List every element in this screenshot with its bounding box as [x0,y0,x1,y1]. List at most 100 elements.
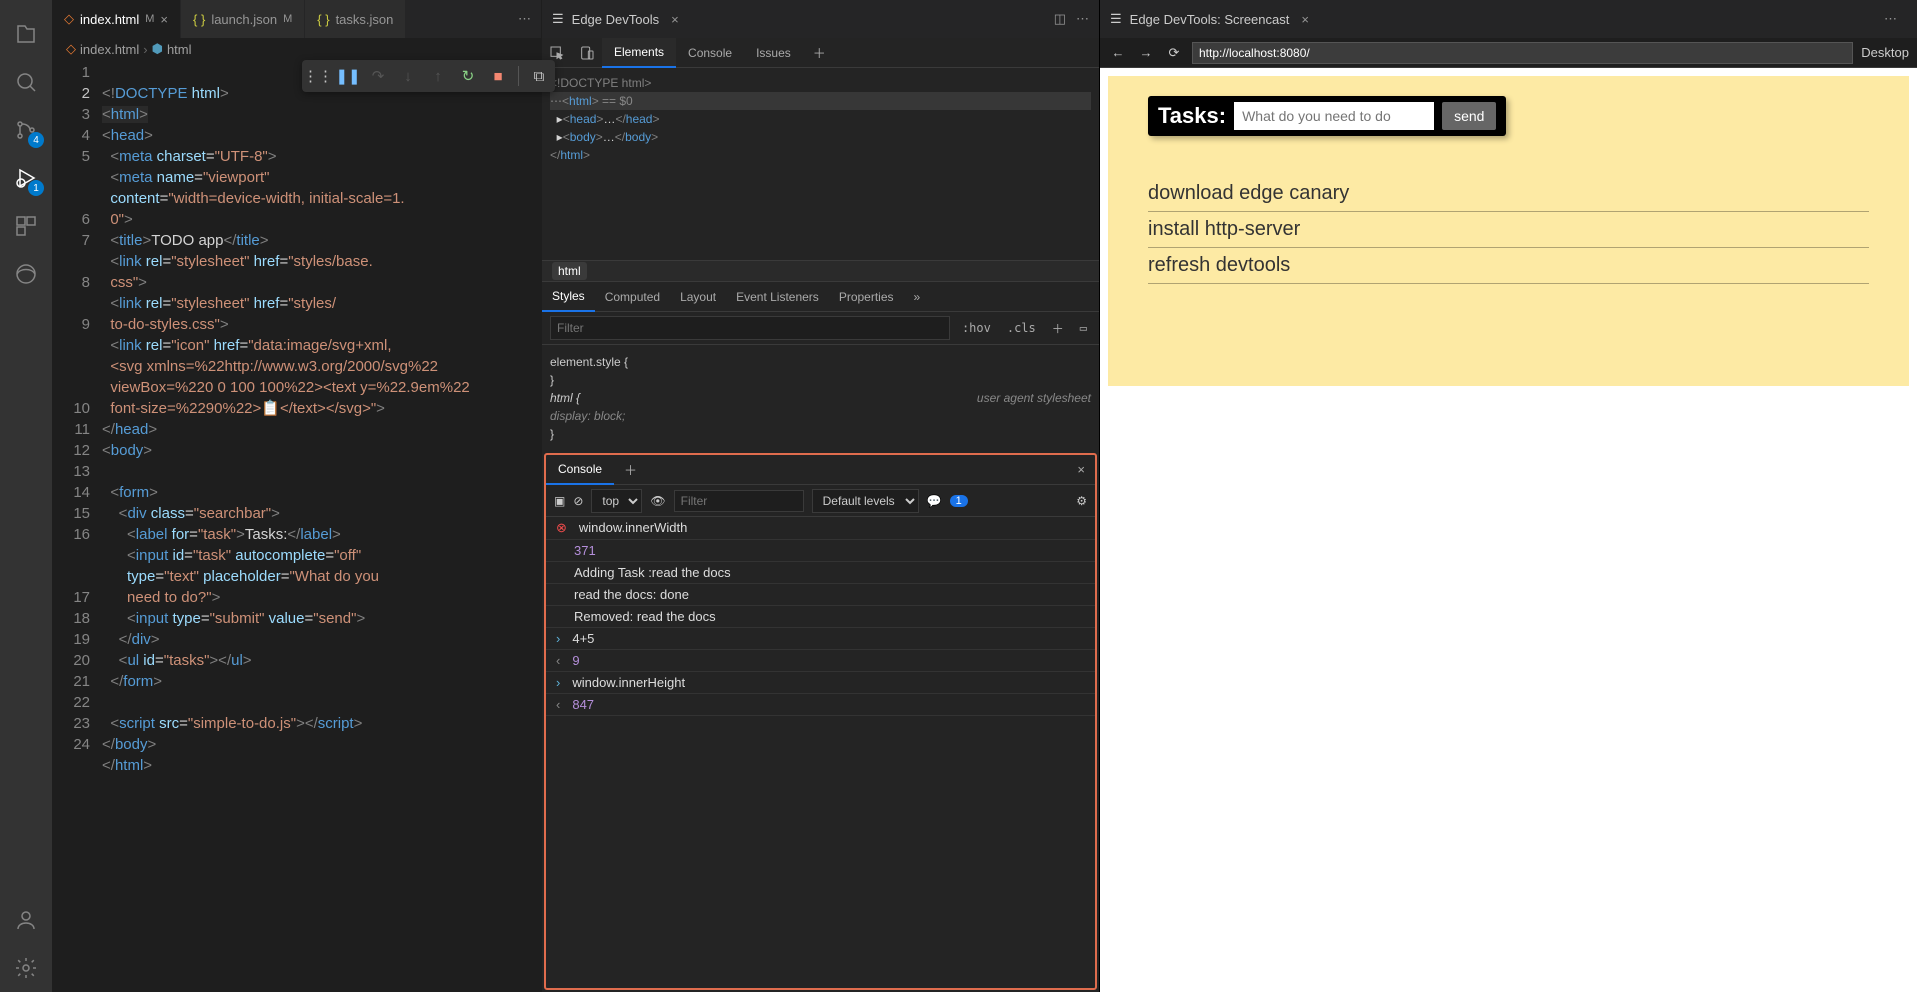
modified-indicator: M [145,13,154,25]
dom-breadcrumb[interactable]: html [542,260,1099,282]
tab-layout[interactable]: Layout [670,282,726,312]
screencast-title: Edge DevTools: Screencast [1130,12,1290,27]
more-icon[interactable]: ⋯ [518,11,531,27]
preview-icon: ☰ [1110,11,1122,27]
search-icon[interactable] [2,58,50,106]
clear-console-icon[interactable]: ⊘ [573,494,583,508]
run-debug-icon[interactable]: 1 [2,154,50,202]
device-label[interactable]: Desktop [1861,45,1909,60]
tab-properties[interactable]: Properties [829,282,904,312]
html-file-icon: ◇ [64,11,74,27]
devtools-launch-icon[interactable]: ⧉ [527,64,551,88]
tasks-label: Tasks: [1158,103,1226,129]
tab-label: tasks.json [336,12,394,27]
edge-icon[interactable] [2,250,50,298]
drawer-tab-console[interactable]: Console [546,455,614,485]
restart-icon[interactable]: ↻ [456,64,480,88]
styles-body[interactable]: element.style { } html {user agent style… [542,345,1099,451]
scm-badge: 4 [28,132,44,148]
drag-handle-icon[interactable]: ⋮⋮ [306,64,330,88]
close-icon[interactable]: × [671,12,679,27]
step-into-icon[interactable]: ↓ [396,64,420,88]
close-icon[interactable]: × [160,12,168,27]
sidebar-toggle-icon[interactable]: ▣ [554,494,565,508]
tasks-list: download edge canary install http-server… [1148,176,1869,284]
html-file-icon: ◇ [66,41,76,57]
nav-forward-icon[interactable]: → [1136,45,1156,60]
todo-app: Tasks: send download edge canary install… [1108,76,1909,386]
console-line: window.innerWidth [579,520,687,536]
breadcrumb[interactable]: ◇ index.html › ⬢ html [52,38,541,60]
code-editor[interactable]: ⋮⋮ ❚❚ ↷ ↓ ↑ ↻ ■ ⧉ 12345 67 8 9 101112131… [52,60,541,992]
cls-toggle[interactable]: .cls [1003,319,1040,337]
account-icon[interactable] [2,896,50,944]
more-tabs-icon[interactable]: » [904,282,931,312]
console-drawer: Console ＋ × ▣ ⊘ top 👁 Default levels 💬 1… [544,453,1097,990]
panel-layout-icon[interactable]: ▭ [1076,319,1091,337]
issue-icon[interactable]: 💬 [927,494,942,508]
screencast-pane: ☰ Edge DevTools: Screencast × ⋯ ← → ⟳ De… [1100,0,1917,992]
step-over-icon[interactable]: ↷ [366,64,390,88]
nav-back-icon[interactable]: ← [1108,45,1128,60]
list-item[interactable]: download edge canary [1148,176,1869,212]
tab-issues[interactable]: Issues [744,38,803,68]
scm-icon[interactable]: 4 [2,106,50,154]
explorer-icon[interactable] [2,10,50,58]
tab-launch-json[interactable]: { } launch.json M [181,0,305,38]
styles-filter-input[interactable] [550,316,950,340]
preview-icon: ☰ [552,11,564,27]
screencast-viewport[interactable]: Tasks: send download edge canary install… [1100,68,1917,992]
chevron-right-icon: › [143,42,147,57]
tab-label: index.html [80,12,139,27]
live-expression-icon[interactable]: 👁 [650,494,665,508]
modified-indicator: M [283,13,292,25]
element-icon: ⬢ [152,41,163,57]
add-tab-icon[interactable]: ＋ [614,460,647,479]
tab-elements[interactable]: Elements [602,38,676,68]
editor-tabs: ◇ index.html M × { } launch.json M { } t… [52,0,541,38]
new-rule-icon[interactable]: ＋ [1048,318,1068,339]
tab-index-html[interactable]: ◇ index.html M × [52,0,181,38]
log-levels-select[interactable]: Default levels [812,489,919,513]
tab-computed[interactable]: Computed [595,282,670,312]
console-filter-input[interactable] [674,490,804,512]
console-line: 847 [572,697,594,712]
task-form: Tasks: send [1148,96,1506,136]
list-item[interactable]: install http-server [1148,212,1869,248]
console-line: 4+5 [572,631,594,646]
breadcrumb-file: index.html [80,42,139,57]
device-emulation-icon[interactable] [572,38,602,68]
breadcrumb-node: html [167,42,192,57]
close-icon[interactable]: × [1301,12,1309,27]
pause-icon[interactable]: ❚❚ [336,64,360,88]
step-out-icon[interactable]: ↑ [426,64,450,88]
list-item[interactable]: refresh devtools [1148,248,1869,284]
stop-icon[interactable]: ■ [486,64,510,88]
console-line: window.innerHeight [572,675,685,690]
send-button[interactable]: send [1442,102,1496,130]
debug-badge: 1 [28,180,44,196]
console-line: Removed: read the docs [574,609,716,624]
extensions-icon[interactable] [2,202,50,250]
hov-toggle[interactable]: :hov [958,319,995,337]
tab-tasks-json[interactable]: { } tasks.json [305,0,406,38]
console-line: 9 [572,653,579,668]
tab-event-listeners[interactable]: Event Listeners [726,282,829,312]
context-select[interactable]: top [591,489,642,513]
add-tab-icon[interactable]: ＋ [803,43,836,62]
devtools-pane: ☰ Edge DevTools × ◫ ⋯ Elements Console I… [542,0,1100,992]
tab-console[interactable]: Console [676,38,744,68]
settings-gear-icon[interactable] [2,944,50,992]
more-icon[interactable]: ⋯ [1076,11,1089,27]
tab-styles[interactable]: Styles [542,282,595,312]
more-icon[interactable]: ⋯ [1884,11,1897,27]
console-line: 371 [574,543,596,558]
url-input[interactable] [1192,42,1853,64]
dom-tree[interactable]: <!DOCTYPE html> ⋯<html> == $0 ▸<head>…</… [542,68,1099,260]
close-icon[interactable]: × [1067,462,1095,477]
settings-gear-icon[interactable]: ⚙ [1076,494,1087,508]
reload-icon[interactable]: ⟳ [1164,45,1184,61]
task-input[interactable] [1234,102,1434,130]
console-output[interactable]: window.innerWidth 371 Adding Task :read … [546,517,1095,988]
split-icon[interactable]: ◫ [1054,11,1066,27]
